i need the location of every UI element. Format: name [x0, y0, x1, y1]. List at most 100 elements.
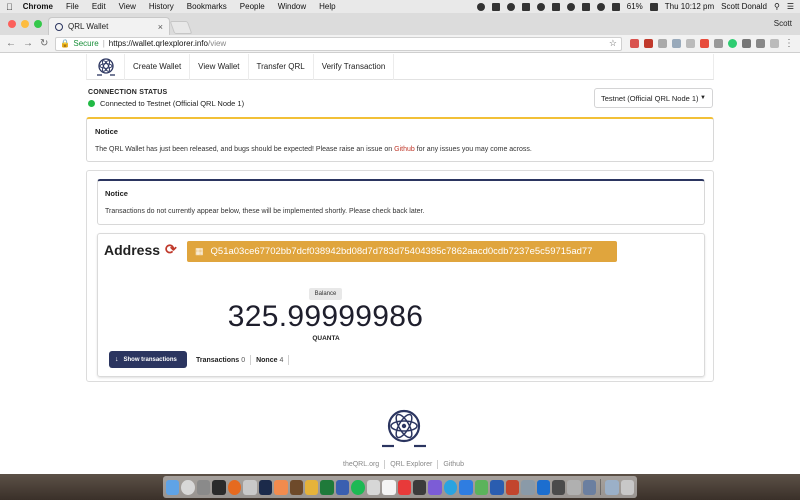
app-icon[interactable]	[505, 479, 520, 495]
app-icon[interactable]	[304, 479, 319, 495]
show-transactions-button[interactable]: ↓ Show transactions	[109, 351, 187, 368]
terminal-icon[interactable]	[212, 479, 226, 495]
notice-text: The QRL Wallet has just been released, a…	[95, 146, 705, 153]
battery-percent[interactable]: 61%	[627, 2, 643, 11]
chrome-menu-icon[interactable]: ⋮	[784, 38, 794, 49]
menu-history[interactable]: History	[149, 2, 174, 11]
extension-icon[interactable]	[686, 39, 695, 48]
app-icon[interactable]	[490, 479, 504, 495]
apple-icon[interactable]: 	[6, 2, 13, 12]
spotlight-icon[interactable]: ⚲	[774, 2, 780, 11]
footer-link-github[interactable]: Github	[443, 461, 464, 468]
menu-window[interactable]: Window	[278, 2, 306, 11]
close-tab-icon[interactable]: ×	[158, 22, 163, 32]
word-icon[interactable]	[335, 479, 350, 495]
trash-icon[interactable]	[620, 479, 635, 495]
bookmark-star-icon[interactable]: ☆	[609, 38, 617, 49]
tray-app-icon[interactable]	[506, 2, 515, 11]
firefox-icon[interactable]	[227, 479, 242, 495]
extension-icon[interactable]	[630, 39, 639, 48]
network-select[interactable]: Testnet (Official QRL Node 1) ▼	[594, 88, 713, 108]
refresh-icon[interactable]: ⟳	[165, 241, 177, 258]
nav-create-wallet[interactable]: Create Wallet	[125, 53, 191, 80]
app-icon[interactable]	[274, 479, 288, 495]
zoom-window-button[interactable]	[34, 20, 42, 28]
tray-app-icon[interactable]	[491, 2, 500, 11]
back-arrow-icon[interactable]: ←	[6, 38, 16, 49]
finder-icon[interactable]	[166, 479, 180, 495]
app-store-icon[interactable]	[459, 479, 473, 495]
tray-app-icon[interactable]	[536, 2, 545, 11]
github-link[interactable]: Github	[394, 146, 415, 153]
menu-file[interactable]: File	[66, 2, 79, 11]
app-icon[interactable]	[289, 479, 303, 495]
app-icon[interactable]	[536, 479, 550, 495]
app-icon[interactable]	[567, 479, 581, 495]
extension-icon[interactable]	[714, 39, 723, 48]
footer-divider	[384, 460, 386, 469]
tray-app-icon[interactable]	[566, 2, 575, 11]
app-icon[interactable]	[551, 479, 566, 495]
tray-app-icon[interactable]	[476, 2, 485, 11]
nav-view-wallet[interactable]: View Wallet	[190, 53, 249, 80]
browser-tabstrip: QRL Wallet × Scott	[0, 13, 800, 35]
extension-icon[interactable]	[742, 39, 751, 48]
spotify-icon[interactable]	[351, 479, 365, 495]
app-icon[interactable]	[196, 479, 211, 495]
extension-icon[interactable]	[700, 39, 709, 48]
calendar-icon[interactable]	[382, 479, 396, 495]
tab-qrl-wallet[interactable]: QRL Wallet ×	[48, 17, 170, 35]
app-icon[interactable]	[366, 479, 381, 495]
address-badge[interactable]: ▦ Q51a03ce67702bb7dcf038942bd08d7d783d75…	[187, 241, 617, 262]
extension-icon[interactable]	[644, 39, 653, 48]
forward-arrow-icon[interactable]: →	[23, 38, 33, 49]
dock-separator	[600, 479, 602, 495]
app-icon[interactable]	[243, 479, 257, 495]
extension-icon[interactable]	[756, 39, 765, 48]
reload-icon[interactable]: ↻	[40, 38, 48, 49]
clock[interactable]: Thu 10:12 pm	[665, 2, 714, 11]
qrl-logo[interactable]	[87, 53, 125, 80]
menu-edit[interactable]: Edit	[92, 2, 106, 11]
tray-app-icon[interactable]	[521, 2, 530, 11]
nav-verify-transaction[interactable]: Verify Transaction	[314, 53, 395, 80]
footer-link-theqrl[interactable]: theQRL.org	[343, 461, 379, 468]
user-name[interactable]: Scott Donald	[721, 2, 767, 11]
battery-icon[interactable]	[649, 2, 658, 11]
network-select-value: Testnet (Official QRL Node 1)	[601, 93, 699, 103]
close-window-button[interactable]	[8, 20, 16, 28]
wallet-address: Q51a03ce67702bb7dcf038942bd08d7d783d7540…	[210, 246, 593, 257]
discord-icon[interactable]	[428, 479, 442, 495]
menu-people[interactable]: People	[240, 2, 265, 11]
telegram-icon[interactable]	[443, 479, 458, 495]
extension-icon[interactable]	[770, 39, 779, 48]
extension-icon[interactable]	[658, 39, 667, 48]
nav-transfer-qrl[interactable]: Transfer QRL	[249, 53, 314, 80]
menu-view[interactable]: View	[119, 2, 136, 11]
app-icon[interactable]	[521, 479, 535, 495]
profile-name[interactable]: Scott	[774, 19, 792, 28]
app-icon[interactable]	[413, 479, 427, 495]
menu-bookmarks[interactable]: Bookmarks	[187, 2, 227, 11]
tray-app-icon[interactable]	[551, 2, 560, 11]
notification-center-icon[interactable]: ☰	[787, 2, 794, 11]
tray-app-icon[interactable]	[581, 2, 590, 11]
address-bar[interactable]: 🔒 Secure | https://wallet.qrlexplorer.in…	[55, 36, 622, 51]
extension-icon[interactable]	[672, 39, 681, 48]
downloads-icon[interactable]	[605, 479, 619, 495]
chrome-icon[interactable]	[181, 479, 195, 495]
minimize-window-button[interactable]	[21, 20, 29, 28]
qr-code-icon: ▦	[195, 246, 204, 256]
menu-help[interactable]: Help	[319, 2, 335, 11]
app-icon[interactable]	[474, 479, 489, 495]
excel-icon[interactable]	[320, 479, 334, 495]
volume-icon[interactable]	[611, 2, 620, 11]
new-tab-button[interactable]	[169, 21, 193, 34]
wifi-icon[interactable]	[596, 2, 605, 11]
footer-link-explorer[interactable]: QRL Explorer	[390, 461, 432, 468]
menu-app-name[interactable]: Chrome	[23, 2, 53, 11]
app-icon[interactable]	[582, 479, 597, 495]
photoshop-icon[interactable]	[258, 479, 273, 495]
app-icon[interactable]	[397, 479, 411, 495]
extension-icon[interactable]	[728, 39, 737, 48]
